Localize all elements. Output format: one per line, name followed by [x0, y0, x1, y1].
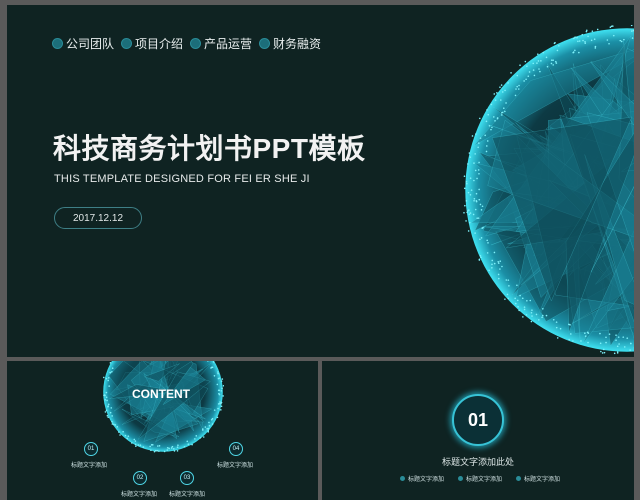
- nav-item-project: 项目介绍: [122, 35, 183, 52]
- date-badge: 2017.12.12: [54, 207, 142, 229]
- section-item-label: 标题文字添加: [466, 477, 503, 483]
- section-item-label: 标题文字添加: [408, 477, 445, 483]
- bullet-dot-icon: [516, 476, 522, 481]
- nav-label: 财务融资: [273, 37, 322, 51]
- nav-item-team: 公司团队: [53, 35, 114, 52]
- thumbnail-slide-section[interactable]: 01 标题文字添加此处 标题文字添加 标题文字添加 标题文字添加: [322, 361, 634, 500]
- section-item: 标题文字添加: [400, 474, 444, 483]
- section-item-label: 标题文字添加: [524, 477, 561, 483]
- nav-label: 产品运营: [204, 37, 253, 51]
- item-label: 标题文字添加: [169, 492, 206, 498]
- nav-label: 项目介绍: [135, 37, 184, 51]
- bullet-dot-icon: [260, 39, 270, 48]
- item-number-badge: 01: [84, 442, 98, 456]
- bullet-dot-icon: [122, 39, 132, 48]
- tech-sphere-image: [102, 361, 224, 453]
- tech-sphere-image: [463, 25, 634, 355]
- nav-item-finance: 财务融资: [260, 35, 321, 52]
- item-number-badge: 04: [229, 442, 243, 456]
- nav-label: 公司团队: [66, 37, 115, 51]
- bullet-dot-icon: [191, 39, 201, 48]
- nav-item-operations: 产品运营: [191, 35, 252, 52]
- bullet-dot-icon: [400, 476, 405, 481]
- section-number-badge: 01: [452, 394, 504, 446]
- slide-title: 科技商务计划书PPT模板: [53, 133, 366, 164]
- content-title: CONTENT: [132, 387, 190, 401]
- item-label: 标题文字添加: [121, 492, 158, 498]
- section-item: 标题文字添加: [458, 474, 502, 483]
- bullet-dot-icon: [53, 39, 62, 48]
- section-items: 标题文字添加 标题文字添加 标题文字添加: [400, 474, 560, 483]
- bullet-dot-icon: [458, 476, 464, 481]
- slide-nav: 公司团队 项目介绍 产品运营 财务融资: [53, 35, 321, 52]
- section-title: 标题文字添加此处: [441, 457, 514, 467]
- item-label: 标题文字添加: [71, 463, 108, 469]
- item-number-badge: 02: [133, 471, 147, 485]
- item-label: 标题文字添加: [217, 463, 254, 469]
- item-number-badge: 03: [180, 471, 194, 485]
- slide-subtitle: THIS TEMPLATE DESIGNED FOR FEI ER SHE JI: [54, 173, 310, 185]
- section-item: 标题文字添加: [516, 474, 560, 483]
- main-slide[interactable]: 公司团队 项目介绍 产品运营 财务融资 科技商务计划书PPT模板 THIS TE…: [7, 5, 634, 357]
- thumbnail-slide-content[interactable]: CONTENT 01 标题文字添加 02 标题文字添加 03 标题文字添加 04…: [7, 361, 318, 500]
